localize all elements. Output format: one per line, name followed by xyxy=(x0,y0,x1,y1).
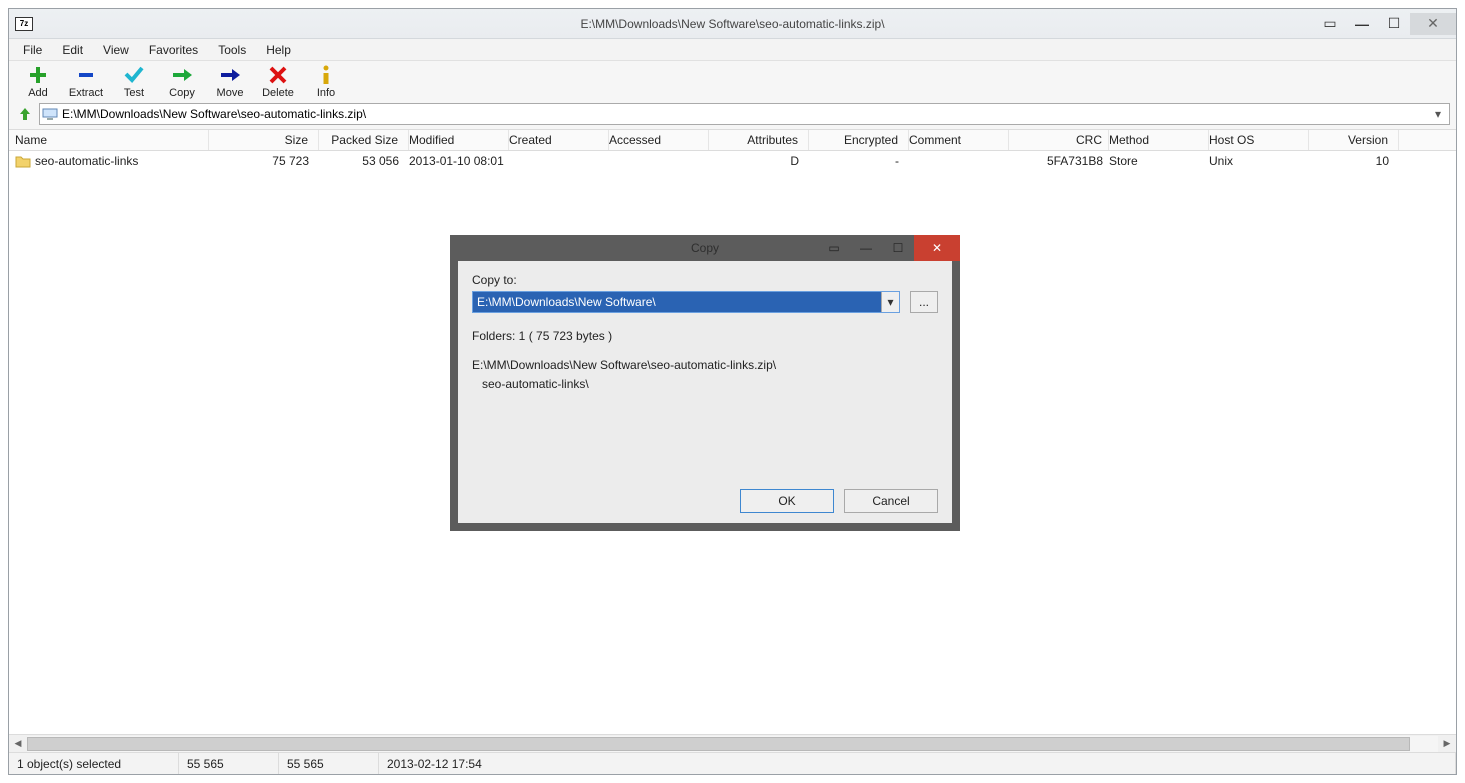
col-attributes[interactable]: Attributes xyxy=(709,130,809,150)
menu-view[interactable]: View xyxy=(93,41,139,59)
dialog-info: Folders: 1 ( 75 723 bytes ) E:\MM\Downlo… xyxy=(472,327,938,395)
item-name: seo-automatic-links xyxy=(35,154,138,168)
move-arrow-icon xyxy=(220,65,240,85)
menu-help[interactable]: Help xyxy=(256,41,301,59)
dialog-maximize-button[interactable]: ☐ xyxy=(882,235,914,261)
info-label: Info xyxy=(317,87,335,99)
source-path-line: E:\MM\Downloads\New Software\seo-automat… xyxy=(472,356,938,375)
item-packed: 53 056 xyxy=(319,154,409,168)
copy-button[interactable]: Copy xyxy=(161,65,203,99)
extract-button[interactable]: Extract xyxy=(65,65,107,99)
window-snap-icon[interactable]: ▭ xyxy=(1314,14,1346,34)
status-selected: 1 object(s) selected xyxy=(9,753,179,774)
dialog-title-bar: Copy ▭ — ☐ ✕ xyxy=(450,235,960,261)
address-bar-row: E:\MM\Downloads\New Software\seo-automat… xyxy=(9,101,1456,129)
address-dropdown-icon[interactable]: ▾ xyxy=(1429,107,1447,121)
app-icon: 7z xyxy=(15,17,33,31)
move-label: Move xyxy=(217,87,244,99)
copy-label: Copy xyxy=(169,87,195,99)
scroll-right-icon[interactable]: ▶ xyxy=(1438,738,1456,749)
col-comment[interactable]: Comment xyxy=(909,130,1009,150)
dialog-snap-icon[interactable]: ▭ xyxy=(818,235,850,261)
copy-to-label: Copy to: xyxy=(472,273,938,287)
item-crc: 5FA731B8 xyxy=(1009,154,1109,168)
item-modified: 2013-01-10 08:01 xyxy=(409,154,509,168)
close-button[interactable]: ✕ xyxy=(1410,13,1456,35)
item-size: 75 723 xyxy=(209,154,319,168)
col-crc[interactable]: CRC xyxy=(1009,130,1109,150)
status-size1: 55 565 xyxy=(179,753,279,774)
dialog-close-button[interactable]: ✕ xyxy=(914,235,960,261)
computer-icon xyxy=(42,107,58,121)
menu-bar: File Edit View Favorites Tools Help xyxy=(9,39,1456,61)
status-date: 2013-02-12 17:54 xyxy=(379,753,1456,774)
folders-line: Folders: 1 ( 75 723 bytes ) xyxy=(472,327,938,346)
status-bar: 1 object(s) selected 55 565 55 565 2013-… xyxy=(9,752,1456,774)
col-packed[interactable]: Packed Size xyxy=(319,130,409,150)
col-host[interactable]: Host OS xyxy=(1209,130,1309,150)
address-bar[interactable]: E:\MM\Downloads\New Software\seo-automat… xyxy=(39,103,1450,125)
test-label: Test xyxy=(124,87,144,99)
up-button[interactable] xyxy=(15,105,35,123)
col-created[interactable]: Created xyxy=(509,130,609,150)
col-size[interactable]: Size xyxy=(209,130,319,150)
info-button[interactable]: Info xyxy=(305,65,347,99)
window-title: E:\MM\Downloads\New Software\seo-automat… xyxy=(9,17,1456,31)
toolbar: Add Extract Test Copy Move Delete Info xyxy=(9,61,1456,101)
scroll-left-icon[interactable]: ◀ xyxy=(9,738,27,749)
col-encrypted[interactable]: Encrypted xyxy=(809,130,909,150)
minimize-button[interactable]: — xyxy=(1346,14,1378,34)
menu-tools[interactable]: Tools xyxy=(208,41,256,59)
title-bar: 7z E:\MM\Downloads\New Software\seo-auto… xyxy=(9,9,1456,39)
address-text: E:\MM\Downloads\New Software\seo-automat… xyxy=(62,107,1429,121)
minus-icon xyxy=(76,65,96,85)
combo-dropdown-icon[interactable]: ▾ xyxy=(881,292,899,312)
delete-button[interactable]: Delete xyxy=(257,65,299,99)
plus-icon xyxy=(28,65,48,85)
col-accessed[interactable]: Accessed xyxy=(609,130,709,150)
copy-dialog: Copy ▭ — ☐ ✕ Copy to: E:\MM\Downloads\Ne… xyxy=(450,235,960,531)
add-label: Add xyxy=(28,87,48,99)
cancel-button[interactable]: Cancel xyxy=(844,489,938,513)
item-version: 10 xyxy=(1309,154,1399,168)
dialog-minimize-button[interactable]: — xyxy=(850,235,882,261)
col-method[interactable]: Method xyxy=(1109,130,1209,150)
info-icon xyxy=(316,65,336,85)
menu-file[interactable]: File xyxy=(13,41,52,59)
item-encrypted: - xyxy=(809,154,909,168)
horizontal-scrollbar[interactable]: ◀ ▶ xyxy=(9,734,1456,752)
menu-edit[interactable]: Edit xyxy=(52,41,93,59)
item-host: Unix xyxy=(1209,154,1309,168)
check-icon xyxy=(124,65,144,85)
col-name[interactable]: Name xyxy=(9,130,209,150)
column-headers: Name Size Packed Size Modified Created A… xyxy=(9,129,1456,151)
copy-to-combo[interactable]: E:\MM\Downloads\New Software\ ▾ xyxy=(472,291,900,313)
add-button[interactable]: Add xyxy=(17,65,59,99)
delete-icon xyxy=(268,65,288,85)
scroll-thumb[interactable] xyxy=(27,737,1410,751)
delete-label: Delete xyxy=(262,87,294,99)
menu-favorites[interactable]: Favorites xyxy=(139,41,208,59)
item-attributes: D xyxy=(709,154,809,168)
copy-to-value: E:\MM\Downloads\New Software\ xyxy=(473,292,881,312)
copy-arrow-icon xyxy=(172,65,192,85)
col-modified[interactable]: Modified xyxy=(409,130,509,150)
folder-icon xyxy=(15,154,31,168)
test-button[interactable]: Test xyxy=(113,65,155,99)
browse-button[interactable]: ... xyxy=(910,291,938,313)
source-item-line: seo-automatic-links\ xyxy=(472,375,938,394)
maximize-button[interactable]: ☐ xyxy=(1378,14,1410,34)
ok-button[interactable]: OK xyxy=(740,489,834,513)
item-method: Store xyxy=(1109,154,1209,168)
status-size2: 55 565 xyxy=(279,753,379,774)
col-version[interactable]: Version xyxy=(1309,130,1399,150)
extract-label: Extract xyxy=(69,87,103,99)
move-button[interactable]: Move xyxy=(209,65,251,99)
list-item[interactable]: seo-automatic-links 75 723 53 056 2013-0… xyxy=(9,151,1456,171)
